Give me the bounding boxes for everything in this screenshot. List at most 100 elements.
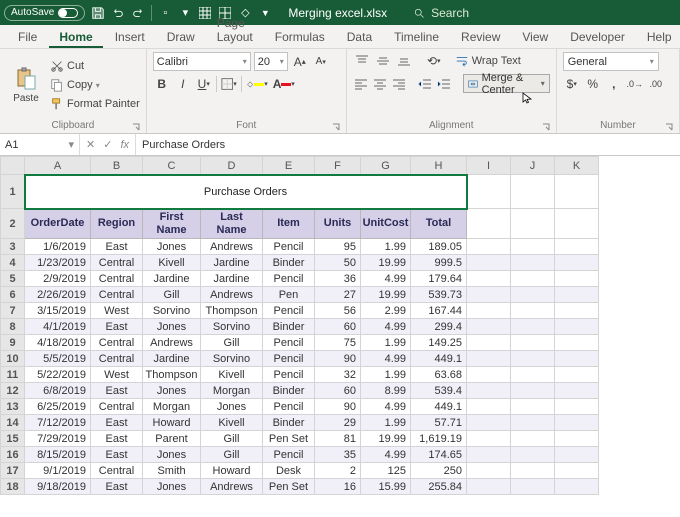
qat-icon[interactable]: ▾ (178, 6, 192, 20)
cell[interactable] (555, 255, 599, 271)
cancel-icon[interactable]: ✕ (86, 138, 95, 151)
dialog-launcher-icon[interactable] (542, 123, 550, 131)
tab-help[interactable]: Help (637, 26, 680, 48)
save-icon[interactable] (91, 6, 105, 20)
cell[interactable]: Andrews (143, 335, 201, 351)
cell[interactable]: 9/1/2019 (25, 463, 91, 479)
col-header[interactable]: F (315, 157, 361, 175)
copy-button[interactable]: Copy▾ (50, 77, 140, 94)
merge-center-button[interactable]: Merge & Center ▾ (463, 74, 550, 93)
cell[interactable]: 4.99 (361, 447, 411, 463)
cell[interactable] (511, 367, 555, 383)
cell[interactable]: Jardine (201, 271, 263, 287)
row-header[interactable]: 7 (1, 303, 25, 319)
cell[interactable]: 149.25 (411, 335, 467, 351)
cell[interactable] (555, 447, 599, 463)
cell[interactable]: Central (91, 271, 143, 287)
cell[interactable] (555, 303, 599, 319)
tab-home[interactable]: Home (49, 26, 102, 48)
cell[interactable]: Central (91, 287, 143, 303)
number-format-select[interactable]: General▾ (563, 52, 659, 71)
cell[interactable]: 60 (315, 319, 361, 335)
cell[interactable]: 5/5/2019 (25, 351, 91, 367)
cell[interactable]: Jones (143, 447, 201, 463)
cell[interactable] (555, 335, 599, 351)
col-header[interactable]: E (263, 157, 315, 175)
cell[interactable]: 174.65 (411, 447, 467, 463)
table-header-cell[interactable]: LastName (201, 209, 263, 239)
cell[interactable]: 2.99 (361, 303, 411, 319)
cell[interactable]: Jones (143, 479, 201, 495)
cell[interactable] (467, 303, 511, 319)
table-header-cell[interactable]: Item (263, 209, 315, 239)
font-size-select[interactable]: 20▾ (254, 52, 288, 71)
cell[interactable]: 35 (315, 447, 361, 463)
tab-developer[interactable]: Developer (560, 26, 635, 48)
cell[interactable]: West (91, 303, 143, 319)
increase-font-icon[interactable]: A▴ (291, 53, 309, 71)
cell[interactable] (467, 399, 511, 415)
cell[interactable] (555, 287, 599, 303)
tab-draw[interactable]: Draw (157, 26, 205, 48)
spreadsheet-grid[interactable]: ABCDEFGHIJK1Purchase Orders2OrderDateReg… (0, 156, 680, 515)
cell[interactable]: Jones (143, 383, 201, 399)
tab-page-layout[interactable]: Page Layout (207, 12, 263, 48)
cell[interactable]: 1/23/2019 (25, 255, 91, 271)
increase-decimal-icon[interactable]: .0→ (626, 75, 644, 93)
cell[interactable]: 95 (315, 239, 361, 255)
font-color-button[interactable]: A▾ (272, 75, 296, 93)
name-box[interactable]: A1▾ (0, 134, 80, 155)
row-header[interactable]: 12 (1, 383, 25, 399)
cell[interactable]: 4.99 (361, 271, 411, 287)
cell[interactable]: Andrews (201, 287, 263, 303)
cell[interactable]: 179.64 (411, 271, 467, 287)
cell[interactable]: Central (91, 463, 143, 479)
cell[interactable]: 539.4 (411, 383, 467, 399)
percent-button[interactable]: % (584, 75, 602, 93)
autosave-toggle[interactable]: AutoSave Off (4, 5, 85, 21)
cell[interactable]: 2 (315, 463, 361, 479)
formula-input[interactable]: Purchase Orders (136, 134, 680, 155)
row-header[interactable]: 1 (1, 175, 25, 209)
cell[interactable]: Howard (143, 415, 201, 431)
underline-button[interactable]: U▾ (195, 75, 213, 93)
cell[interactable] (467, 479, 511, 495)
cell[interactable]: 19.99 (361, 255, 411, 271)
cell[interactable]: 6/25/2019 (25, 399, 91, 415)
row-header[interactable]: 4 (1, 255, 25, 271)
cell[interactable]: 6/8/2019 (25, 383, 91, 399)
cell[interactable]: Pencil (263, 351, 315, 367)
cell[interactable]: 1/6/2019 (25, 239, 91, 255)
cell[interactable]: 27 (315, 287, 361, 303)
decrease-font-icon[interactable]: A▾ (312, 53, 330, 71)
cell[interactable] (511, 255, 555, 271)
increase-indent-icon[interactable] (436, 75, 452, 93)
cell[interactable] (467, 287, 511, 303)
cell[interactable] (555, 383, 599, 399)
row-header[interactable]: 2 (1, 209, 25, 239)
cell[interactable] (511, 431, 555, 447)
cell[interactable] (511, 335, 555, 351)
cell[interactable] (555, 463, 599, 479)
cell[interactable] (511, 479, 555, 495)
row-header[interactable]: 18 (1, 479, 25, 495)
dialog-launcher-icon[interactable] (132, 123, 140, 131)
cell[interactable]: Jones (201, 399, 263, 415)
cell[interactable] (555, 271, 599, 287)
tab-view[interactable]: View (512, 26, 558, 48)
cell[interactable] (555, 431, 599, 447)
cell[interactable]: 81 (315, 431, 361, 447)
cell[interactable]: Andrews (201, 239, 263, 255)
align-left-icon[interactable] (353, 75, 369, 93)
cell[interactable]: Jardine (201, 255, 263, 271)
cell[interactable]: Binder (263, 415, 315, 431)
cell[interactable]: 250 (411, 463, 467, 479)
align-center-icon[interactable] (372, 75, 388, 93)
cell[interactable]: 8/15/2019 (25, 447, 91, 463)
cell[interactable]: Thompson (143, 367, 201, 383)
cell[interactable] (511, 463, 555, 479)
cell[interactable]: 4.99 (361, 319, 411, 335)
table-header-cell[interactable]: Region (91, 209, 143, 239)
cell[interactable] (467, 367, 511, 383)
cell[interactable] (555, 399, 599, 415)
